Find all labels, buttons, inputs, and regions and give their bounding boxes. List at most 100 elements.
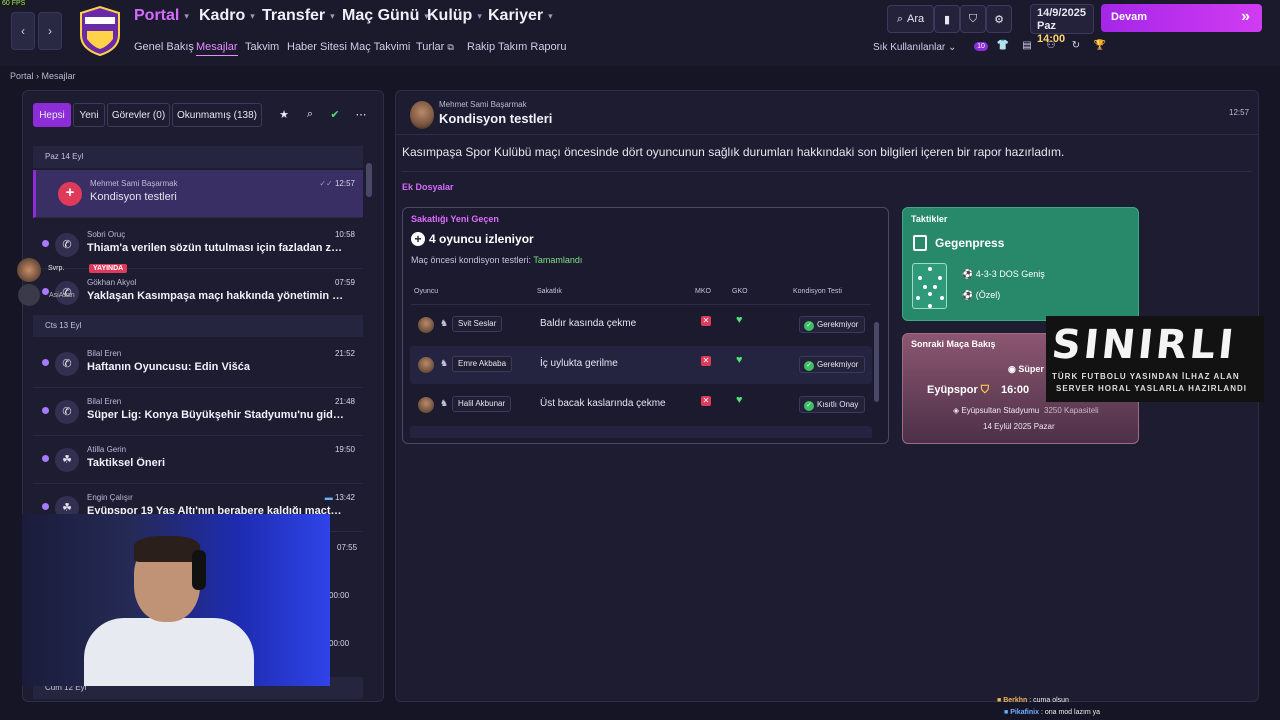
banner-line: SERVER HORAL YASLARLA HAZIRLANDI: [1056, 384, 1247, 393]
person-icon: ♞: [440, 318, 449, 328]
tactics-board-icon: [913, 235, 927, 251]
streamer-avatar: [17, 258, 41, 282]
heart-icon: ♥: [736, 394, 743, 406]
viewer-indicator: AsiAsan: [18, 284, 88, 308]
tab-unread[interactable]: Okunmamış (138): [172, 103, 262, 127]
settings-button[interactable]: ⚙: [986, 5, 1012, 33]
subnav-genel-bakis[interactable]: Genel Bakış: [134, 41, 194, 53]
chat-badge-icon: ■: [997, 697, 1002, 704]
injury-card-title: Sakatlığı Yeni Geçen: [411, 214, 499, 224]
inbox-scrollbar[interactable]: [366, 163, 372, 197]
banner-line: TÜRK FUTBOLU YASINDAN İLHAZ ALAN: [1052, 372, 1240, 381]
nav-portal[interactable]: Portal ▾: [134, 7, 189, 25]
subnav-takvim[interactable]: Takvim: [245, 41, 279, 53]
check-icon: ✓: [804, 401, 814, 411]
subnav-haber-sitesi[interactable]: Haber Sitesi: [287, 41, 347, 53]
fps-counter: 60 FPS: [0, 0, 28, 7]
subnav-turlar[interactable]: Turlar ⧉: [416, 41, 454, 53]
bookmark-button[interactable]: ▮: [934, 5, 960, 33]
player-name[interactable]: Svit Seslar: [452, 316, 503, 332]
live-indicator: Svrp. YAYINDA: [17, 258, 128, 282]
bookmark-icon: ▮: [943, 13, 951, 26]
ball-icon: ⚽: [962, 290, 974, 300]
message-time: 00:00: [329, 639, 350, 648]
cross-icon: ✕: [701, 356, 711, 366]
player-name[interactable]: Emre Akbaba: [452, 356, 513, 372]
continue-button[interactable]: Devam»: [1101, 4, 1262, 32]
clipboard-icon[interactable]: ▤: [1020, 40, 1034, 54]
unread-dot: [42, 407, 49, 414]
forward-button[interactable]: ›: [38, 12, 62, 50]
nav-mac-gunu[interactable]: Maç Günü ▾: [342, 7, 429, 25]
refresh-icon[interactable]: ↻: [1069, 40, 1083, 54]
favorites-dropdown[interactable]: Sık Kullanılanlar ⌄: [873, 42, 956, 53]
fast-forward-icon: »: [1241, 8, 1250, 25]
player-avatar: [418, 397, 434, 413]
injury-scrollbar[interactable]: [874, 322, 879, 402]
trophy-icon[interactable]: 🏆: [1093, 40, 1107, 54]
mark-read-icon[interactable]: ✔: [328, 108, 342, 122]
person-icon: ♞: [440, 358, 449, 368]
headphones-icon: [192, 550, 206, 590]
cross-icon: ✕: [701, 396, 711, 406]
formation-variant: ⚽ (Özel): [962, 290, 1001, 300]
message-item[interactable]: + Mehmet Sami Başarmak Kondisyon testler…: [33, 170, 363, 218]
subnav-rakip-takim-raporu[interactable]: Rakip Takım Raporu: [467, 41, 566, 53]
tab-all[interactable]: Hepsi: [33, 103, 71, 127]
status-badge: ✓ Kısıtlı Onay: [799, 396, 866, 413]
webcam-person-hair: [134, 536, 200, 562]
col-gko: GKO: [732, 288, 748, 295]
player-name[interactable]: Halil Akbunar: [452, 396, 512, 412]
breadcrumb: Portal › Mesajlar: [10, 71, 76, 81]
nav-kadro[interactable]: Kadro ▾: [199, 7, 255, 25]
player-avatar: [418, 357, 434, 373]
stream-banner: SINIRLI TÜRK FUTBOLU YASINDAN İLHAZ ALAN…: [1046, 316, 1264, 402]
formation-pitch: [912, 263, 947, 309]
message-time: 00:00: [329, 591, 350, 600]
search-button[interactable]: ⌕ Ara: [887, 5, 934, 33]
search-icon: ⌕: [896, 12, 904, 25]
col-player: Oyuncu: [414, 288, 439, 295]
club-button[interactable]: ⛉: [960, 5, 986, 33]
attachments-title: Ek Dosyalar: [402, 182, 454, 192]
banner-title: SINIRLI: [1049, 322, 1239, 368]
tactic-name: Gegenpress: [935, 236, 1005, 250]
message-time: 07:55: [337, 543, 358, 552]
message-body: Kasımpaşa Spor Kulübü maçı öncesinde dör…: [402, 145, 1065, 159]
back-button[interactable]: ‹: [11, 12, 35, 50]
col-mko: MKO: [695, 288, 711, 295]
breadcrumb-current: Mesajlar: [41, 71, 76, 81]
subnav-mesajlar[interactable]: Mesajlar: [196, 41, 238, 56]
people-icon[interactable]: ⚇: [1044, 40, 1058, 54]
message-item[interactable]: ✆ Bilal Eren Süper Lig: Konya Büyükşehir…: [33, 388, 363, 436]
notifications-icon[interactable]: 10: [974, 40, 988, 54]
chevron-down-icon: ▾: [250, 10, 255, 21]
subnav-mac-takvimi[interactable]: Maç Takvimi: [350, 41, 410, 53]
read-check-icon: ✓✓: [319, 179, 333, 188]
home-team: Eyüpspor ⛉: [927, 384, 990, 396]
tab-tasks[interactable]: Görevler (0): [107, 103, 170, 127]
more-icon[interactable]: ⋯: [354, 108, 368, 122]
shirt-icon[interactable]: 👕: [996, 40, 1010, 54]
check-icon: ✓: [804, 321, 814, 331]
star-icon[interactable]: ★: [277, 108, 291, 122]
nav-kariyer[interactable]: Kariyer ▾: [488, 7, 553, 25]
table-row[interactable]: ♞ Halil Akbunar Üst bacak kaslarında çek…: [410, 386, 872, 424]
kickoff-time: 16:00: [1001, 384, 1030, 396]
nav-kulup[interactable]: Kulüp ▾: [427, 7, 482, 25]
message-item[interactable]: ☘ Atilla Gerin Taktiksel Öneri 19:50: [33, 436, 363, 484]
table-row[interactable]: ♞ Svit Seslar Baldır kasında çekme ✕ ♥ ✓…: [410, 306, 872, 344]
message-item[interactable]: ✆ Bilal Eren Haftanın Oyuncusu: Edin Viš…: [33, 340, 363, 388]
search-icon[interactable]: ⌕: [303, 108, 317, 122]
league-icon: ◉: [1008, 364, 1016, 374]
table-row[interactable]: ♞ Emre Akbaba İç uylukta gerilme ✕ ♥ ✓ Ge…: [410, 346, 872, 384]
player-avatar: [418, 317, 434, 333]
day-header: Cts 13 Eyl: [33, 315, 363, 337]
club-logo[interactable]: [77, 5, 123, 57]
tab-new[interactable]: Yeni: [73, 103, 105, 127]
divider: [411, 304, 871, 305]
breadcrumb-portal[interactable]: Portal: [10, 71, 34, 81]
col-fitness-test: Kondisyon Testi: [793, 288, 842, 295]
chevron-down-icon: ▾: [184, 10, 189, 21]
nav-transfer[interactable]: Transfer ▾: [262, 7, 335, 25]
